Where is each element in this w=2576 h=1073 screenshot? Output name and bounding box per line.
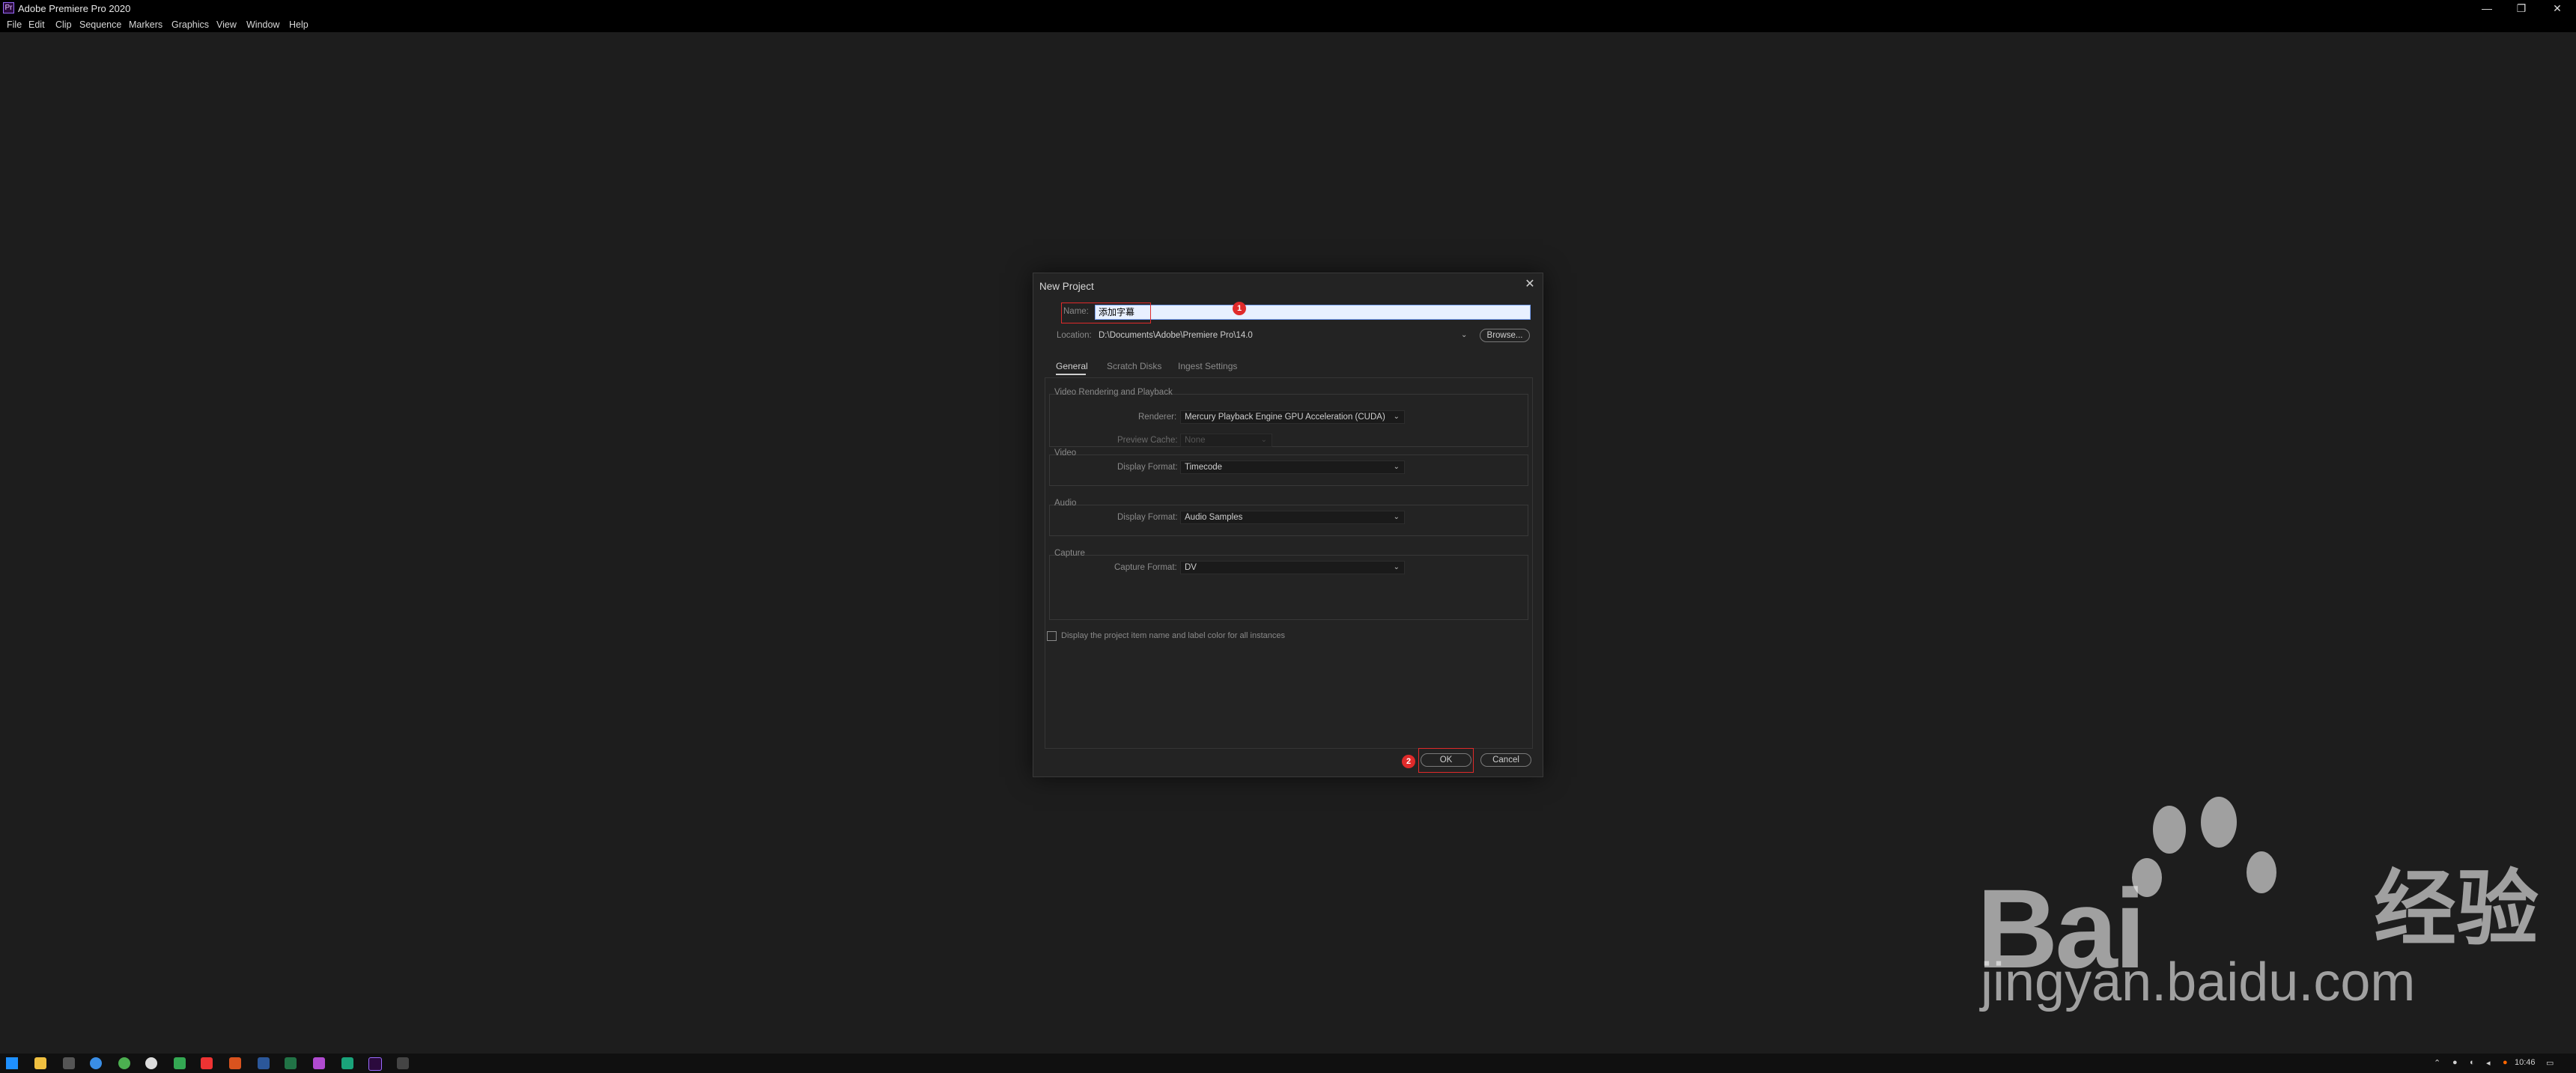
step-2-badge: 2 <box>1402 755 1415 768</box>
video-rendering-title: Video Rendering and Playback <box>1054 388 1173 397</box>
label-color-checkbox[interactable] <box>1047 631 1057 641</box>
capture-format-dropdown[interactable]: DV ⌄ <box>1180 561 1405 574</box>
renderer-value: Mercury Playback Engine GPU Acceleration… <box>1185 413 1385 422</box>
tab-ingest-settings[interactable]: Ingest Settings <box>1178 361 1237 371</box>
location-label: Location: <box>1057 331 1092 340</box>
windows-start-icon[interactable] <box>6 1057 18 1069</box>
file-explorer-icon[interactable] <box>34 1057 46 1069</box>
menu-bar: File Edit Clip Sequence Markers Graphics… <box>0 16 2576 32</box>
clock-text[interactable]: 10:46 <box>2515 1058 2536 1067</box>
browse-button[interactable]: Browse... <box>1480 329 1530 342</box>
cancel-button[interactable]: Cancel <box>1480 753 1531 767</box>
title-bar: Pr Adobe Premiere Pro 2020 — ❐ ✕ <box>0 0 2576 16</box>
video-display-format-label: Display Format: <box>1117 463 1178 472</box>
notification-icon[interactable]: ▭ <box>2546 1058 2554 1068</box>
close-window-button[interactable]: ✕ <box>2540 0 2575 16</box>
video-format-chevron-icon: ⌄ <box>1393 463 1400 471</box>
video-display-format-value: Timecode <box>1185 463 1223 472</box>
windows-taskbar: ⌃ ● ◐ ◂ ● 10:46 ▭ <box>0 1054 2576 1073</box>
preview-cache-chevron-icon: ⌄ <box>1260 436 1267 444</box>
qq-icon[interactable] <box>145 1057 157 1069</box>
audio-format-chevron-icon: ⌄ <box>1393 513 1400 521</box>
capture-format-value: DV <box>1185 563 1197 572</box>
menu-window[interactable]: Window <box>246 19 279 30</box>
audio-display-format-value: Audio Samples <box>1185 513 1243 522</box>
new-project-dialog: New Project ✕ Name: 添加字幕 Location: D:\Do… <box>1033 273 1543 777</box>
menu-view[interactable]: View <box>216 19 237 30</box>
menu-help[interactable]: Help <box>289 19 309 30</box>
menu-clip[interactable]: Clip <box>55 19 72 30</box>
microphone-icon[interactable]: ● <box>2452 1058 2458 1067</box>
tab-scratch-disks[interactable]: Scratch Disks <box>1107 361 1161 371</box>
name-highlight-box <box>1061 303 1151 323</box>
volume-icon[interactable]: ◂ <box>2486 1058 2491 1068</box>
word-icon[interactable] <box>258 1057 270 1069</box>
restore-button[interactable]: ❐ <box>2504 0 2539 16</box>
step-1-badge: 1 <box>1233 302 1246 315</box>
ime-icon[interactable]: ● <box>2503 1058 2508 1067</box>
capture-format-chevron-icon: ⌄ <box>1393 563 1400 571</box>
app-green-icon[interactable] <box>174 1057 186 1069</box>
watermark-domain: jingyan.baidu.com <box>1981 952 2416 1012</box>
preview-cache-value: None <box>1185 436 1206 445</box>
watermark-cn-text: 经验 <box>2374 863 2539 955</box>
menu-markers[interactable]: Markers <box>129 19 162 30</box>
label-color-checkbox-label: Display the project item name and label … <box>1061 631 1285 640</box>
renderer-label: Renderer: <box>1138 413 1177 422</box>
menu-sequence[interactable]: Sequence <box>79 19 121 30</box>
menu-edit[interactable]: Edit <box>28 19 45 30</box>
chrome-icon[interactable] <box>118 1057 130 1069</box>
premiere-app-icon: Pr <box>3 2 14 13</box>
app-gray-icon[interactable] <box>397 1057 409 1069</box>
excel-icon[interactable] <box>285 1057 297 1069</box>
capture-title: Capture <box>1054 549 1085 558</box>
general-tab-panel: Video Rendering and Playback Renderer: M… <box>1045 377 1533 749</box>
menu-graphics[interactable]: Graphics <box>171 19 209 30</box>
dialog-title: New Project <box>1039 281 1094 292</box>
capture-format-label: Capture Format: <box>1114 563 1177 572</box>
premiere-taskbar-icon[interactable] <box>368 1057 382 1071</box>
location-dropdown[interactable]: D:\Documents\Adobe\Premiere Pro\14.0 <box>1095 329 1468 342</box>
audio-display-format-dropdown[interactable]: Audio Samples ⌄ <box>1180 511 1405 524</box>
project-name-input[interactable]: 添加字幕 <box>1095 305 1531 320</box>
audio-title: Audio <box>1054 499 1077 508</box>
paw-icon <box>2130 794 2280 973</box>
onenote-icon[interactable] <box>313 1057 325 1069</box>
renderer-chevron-icon: ⌄ <box>1393 413 1400 421</box>
video-title: Video <box>1054 449 1077 458</box>
dialog-close-button[interactable]: ✕ <box>1523 278 1537 291</box>
tab-general[interactable]: General <box>1056 361 1088 371</box>
renderer-dropdown[interactable]: Mercury Playback Engine GPU Acceleration… <box>1180 410 1405 424</box>
ok-highlight-box <box>1418 748 1474 773</box>
audio-display-format-label: Display Format: <box>1117 513 1178 522</box>
tray-chevron-icon[interactable]: ⌃ <box>2434 1058 2440 1068</box>
window-title: Adobe Premiere Pro 2020 <box>18 3 131 14</box>
minimize-button[interactable]: — <box>2470 0 2504 16</box>
network-icon[interactable]: ◐ <box>2470 1058 2475 1067</box>
menu-file[interactable]: File <box>7 19 22 30</box>
powerpoint-icon[interactable] <box>229 1057 241 1069</box>
app-teal-icon[interactable] <box>341 1057 353 1069</box>
preview-cache-label: Preview Cache: <box>1117 436 1178 445</box>
video-display-format-dropdown[interactable]: Timecode ⌄ <box>1180 460 1405 474</box>
edge-browser-icon[interactable] <box>90 1057 102 1069</box>
active-tab-indicator <box>1056 374 1086 375</box>
location-chevron-icon[interactable]: ⌄ <box>1461 331 1467 339</box>
preview-cache-dropdown: None ⌄ <box>1180 434 1272 447</box>
store-icon[interactable] <box>63 1057 75 1069</box>
app-red-icon[interactable] <box>201 1057 213 1069</box>
